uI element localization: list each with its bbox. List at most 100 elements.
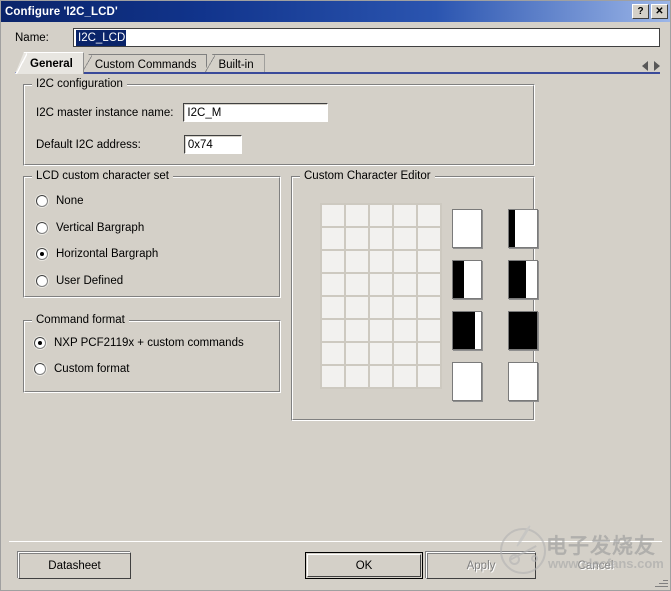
character-thumbnail[interactable] (508, 362, 538, 401)
radio-charset-user-defined[interactable]: User Defined (36, 275, 123, 287)
pixel-cell[interactable] (322, 366, 344, 387)
cancel-button[interactable]: Cancel (539, 552, 652, 579)
pixel-cell[interactable] (394, 320, 416, 341)
thumbnail-fill (509, 261, 526, 298)
radio-format-custom-label: Custom format (54, 363, 130, 375)
pixel-cell[interactable] (394, 228, 416, 249)
tab-strip: General Custom Commands Built-in (15, 52, 660, 74)
radio-charset-vertical-bargraph[interactable]: Vertical Bargraph (36, 222, 144, 234)
radio-format-custom[interactable]: Custom format (34, 363, 129, 375)
thumbnail-fill (509, 210, 515, 247)
pixel-cell[interactable] (346, 366, 368, 387)
character-thumbnail[interactable] (508, 209, 538, 248)
help-button[interactable]: ? (632, 4, 649, 19)
tab-page-general: I2C configuration I2C master instance na… (15, 74, 660, 541)
pixel-cell[interactable] (394, 366, 416, 387)
pixel-cell[interactable] (418, 297, 440, 318)
radio-icon-horizontal-bargraph (36, 248, 48, 260)
tab-custom-commands[interactable]: Custom Commands (79, 54, 208, 74)
radio-icon-none (36, 195, 48, 207)
pixel-cell[interactable] (370, 343, 392, 364)
tab-general[interactable]: General (15, 52, 84, 74)
pixel-cell[interactable] (418, 205, 440, 226)
triangle-right-icon[interactable] (654, 61, 660, 71)
character-pixel-grid[interactable] (320, 203, 442, 389)
pixel-cell[interactable] (346, 320, 368, 341)
pixel-cell[interactable] (394, 274, 416, 295)
pixel-cell[interactable] (370, 297, 392, 318)
pixel-cell[interactable] (418, 343, 440, 364)
character-thumbnail[interactable] (452, 209, 482, 248)
character-thumbnail[interactable] (508, 260, 538, 299)
pixel-cell[interactable] (346, 228, 368, 249)
apply-button[interactable]: Apply (426, 552, 536, 579)
pixel-cell[interactable] (322, 205, 344, 226)
pixel-cell[interactable] (346, 205, 368, 226)
title-bar[interactable]: Configure 'I2C_LCD' ? ✕ (1, 1, 670, 22)
name-input[interactable]: I2C_LCD (73, 28, 660, 47)
field-default-i2c-address: Default I2C address: 0x74 (36, 135, 242, 154)
thumbnail-fill (453, 261, 465, 298)
cancel-button-label: Cancel (577, 559, 614, 572)
radio-format-nxp-pcf2119x[interactable]: NXP PCF2119x + custom commands (34, 337, 244, 349)
pixel-cell[interactable] (370, 205, 392, 226)
character-thumbnail[interactable] (452, 362, 482, 401)
character-thumbnail[interactable] (452, 260, 482, 299)
name-label: Name: (15, 31, 49, 44)
pixel-cell[interactable] (322, 228, 344, 249)
character-thumbnail[interactable] (452, 311, 482, 350)
i2c-master-instance-input[interactable]: I2C_M (183, 103, 329, 122)
close-button[interactable]: ✕ (651, 4, 668, 19)
pixel-cell[interactable] (322, 251, 344, 272)
group-custom-character-editor-title: Custom Character Editor (300, 170, 435, 182)
character-thumbnail[interactable] (508, 311, 538, 350)
apply-button-label: Apply (466, 559, 496, 572)
group-i2c-configuration: I2C configuration I2C master instance na… (23, 78, 535, 166)
pixel-cell[interactable] (394, 251, 416, 272)
pixel-cell[interactable] (418, 274, 440, 295)
pixel-cell[interactable] (418, 366, 440, 387)
group-lcd-custom-character-set-title: LCD custom character set (32, 170, 173, 182)
ok-button-label: OK (355, 559, 373, 572)
thumbnail-fill (453, 312, 476, 349)
pixel-cell[interactable] (394, 205, 416, 226)
radio-charset-none[interactable]: None (36, 195, 84, 207)
radio-charset-horizontal-bargraph[interactable]: Horizontal Bargraph (36, 248, 158, 260)
pixel-cell[interactable] (346, 251, 368, 272)
pixel-cell[interactable] (418, 320, 440, 341)
pixel-cell[interactable] (418, 228, 440, 249)
resize-grip-icon[interactable] (654, 574, 668, 588)
triangle-left-icon[interactable] (642, 61, 648, 71)
pixel-cell[interactable] (370, 251, 392, 272)
ok-button[interactable]: OK (305, 552, 423, 579)
pixel-cell[interactable] (418, 251, 440, 272)
pixel-cell[interactable] (322, 343, 344, 364)
pixel-cell[interactable] (370, 366, 392, 387)
pixel-cell[interactable] (394, 343, 416, 364)
pixel-cell[interactable] (346, 343, 368, 364)
name-input-value: I2C_LCD (76, 29, 127, 46)
pixel-cell[interactable] (346, 297, 368, 318)
datasheet-button[interactable]: Datasheet (18, 552, 131, 579)
pixel-cell[interactable] (370, 320, 392, 341)
radio-charset-none-label: None (56, 195, 84, 207)
tab-general-label: General (30, 57, 73, 70)
pixel-cell[interactable] (322, 274, 344, 295)
default-i2c-address-label: Default I2C address: (36, 138, 141, 151)
i2c-master-instance-label: I2C master instance name: (36, 106, 174, 119)
configure-dialog: Configure 'I2C_LCD' ? ✕ Name: I2C_LCD Ge… (0, 0, 671, 591)
tab-built-in-label: Built-in (218, 58, 254, 71)
i2c-master-instance-value: I2C_M (187, 106, 222, 119)
pixel-cell[interactable] (322, 297, 344, 318)
group-lcd-custom-character-set: LCD custom character set None Vertical B… (23, 170, 281, 298)
pixel-cell[interactable] (394, 297, 416, 318)
pixel-cell[interactable] (370, 274, 392, 295)
group-i2c-configuration-title: I2C configuration (32, 78, 127, 90)
pixel-cell[interactable] (346, 274, 368, 295)
pixel-cell[interactable] (370, 228, 392, 249)
group-command-format: Command format NXP PCF2119x + custom com… (23, 314, 281, 393)
datasheet-button-label: Datasheet (48, 559, 101, 572)
tab-built-in[interactable]: Built-in (203, 54, 265, 74)
pixel-cell[interactable] (322, 320, 344, 341)
default-i2c-address-input[interactable]: 0x74 (183, 135, 242, 154)
